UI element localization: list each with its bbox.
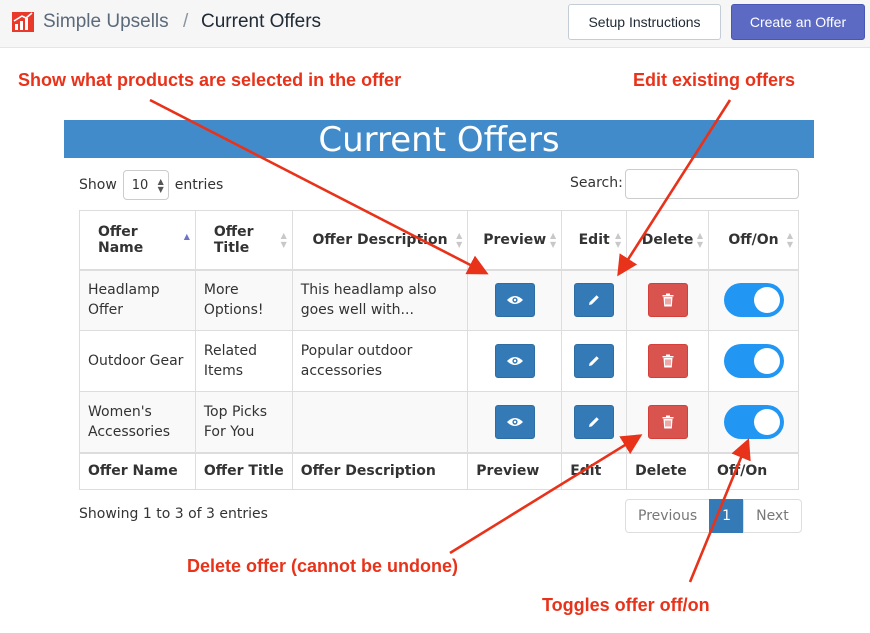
offer-name-cell: Outdoor Gear (79, 330, 196, 392)
sort-icon: ▲ ▼ (456, 231, 463, 249)
offer-name-cell: Women's Accessories (79, 391, 196, 453)
create-offer-button[interactable]: Create an Offer (731, 4, 865, 40)
sort-icon: ▲ ▼ (614, 231, 622, 249)
footer-delete: Delete (626, 451, 710, 490)
pagination: Previous 1 Next (625, 499, 802, 533)
entries-label: entries (174, 177, 224, 193)
length-control: Show 10 ▲ ▼ entries (79, 170, 223, 200)
pencil-icon (589, 295, 599, 306)
table-info: Showing 1 to 3 of 3 entries (79, 506, 268, 522)
app-brand[interactable]: Simple Upsells (43, 11, 169, 33)
column-header-edit[interactable]: Edit ▲ ▼ (561, 210, 628, 271)
column-header-delete[interactable]: Delete ▲ ▼ (626, 210, 710, 271)
offers-banner: Current Offers (64, 120, 814, 160)
annotation-delete: Delete offer (cannot be undone) (187, 556, 459, 576)
table-row: Headlamp Offer More Options! This headla… (79, 269, 799, 331)
offers-table: Offer Name ▲ Offer Title ▲ ▼ Offer Descript… (79, 210, 799, 490)
pencil-icon (589, 416, 599, 427)
eye-icon (506, 296, 523, 305)
footer-edit: Edit (561, 451, 628, 490)
trash-icon (662, 354, 674, 368)
top-bar: Simple Upsells / Current Offers Setup In… (0, 0, 870, 48)
page-length-select[interactable]: 10 ▲ ▼ (122, 170, 169, 200)
search-label: Search: (570, 175, 623, 191)
column-header-offer-title[interactable]: Offer Title ▲ ▼ (194, 210, 293, 271)
annotation-preview: Show what products are selected in the o… (18, 70, 402, 90)
table-header-row: Offer Name ▲ Offer Title ▲ ▼ Offer Descript… (79, 210, 799, 271)
column-header-offer-description[interactable]: Offer Description ▲ ▼ (291, 210, 469, 271)
pencil-icon (589, 356, 599, 366)
search-input[interactable] (625, 169, 799, 199)
footer-offer-title: Offer Title (194, 451, 293, 490)
breadcrumb-separator: / (183, 11, 189, 32)
column-header-off-on[interactable]: Off/On ▲ ▼ (708, 210, 799, 271)
sort-asc-icon: ▲ (183, 232, 190, 241)
toggle-knob (753, 287, 780, 314)
annotation-edit: Edit existing offers (633, 70, 796, 90)
preview-button[interactable] (494, 344, 535, 378)
annotation-toggle: Toggles offer off/on (542, 595, 710, 615)
toggle-knob (753, 348, 780, 374)
offer-toggle[interactable] (723, 344, 784, 378)
footer-preview: Preview (467, 451, 563, 490)
previous-page-button[interactable]: Previous (625, 499, 711, 533)
delete-button[interactable] (647, 404, 688, 439)
edit-button[interactable] (574, 404, 615, 439)
table-footer-row: Offer Name Offer Title Offer Description… (79, 451, 799, 490)
page-length-value: 10 (131, 177, 149, 193)
select-caret-icon: ▲ ▼ (157, 177, 164, 194)
edit-button[interactable] (574, 283, 615, 318)
column-header-preview[interactable]: Preview ▲ ▼ (467, 210, 563, 271)
offer-toggle[interactable] (723, 404, 784, 439)
page-1-button[interactable]: 1 (709, 499, 745, 533)
table-row: Outdoor Gear Related Items Popular outdo… (79, 330, 799, 392)
edit-button[interactable] (574, 344, 615, 378)
offer-title-cell: Related Items (194, 330, 293, 392)
next-page-button[interactable]: Next (743, 499, 802, 533)
trash-icon (662, 293, 674, 307)
setup-instructions-button[interactable]: Setup Instructions (568, 4, 721, 40)
sort-icon: ▲ ▼ (786, 231, 793, 249)
offer-description-cell (291, 391, 469, 453)
sort-icon: ▲ ▼ (550, 231, 557, 249)
delete-button[interactable] (647, 283, 688, 318)
offer-toggle[interactable] (723, 283, 784, 318)
footer-offer-description: Offer Description (291, 451, 469, 490)
offer-description-cell: Popular outdoor accessories (291, 330, 469, 392)
show-label: Show (79, 177, 117, 193)
chart-logo-icon (12, 12, 34, 32)
eye-icon (506, 417, 523, 426)
column-header-offer-name[interactable]: Offer Name ▲ (79, 210, 196, 271)
footer-offer-name: Offer Name (79, 451, 196, 490)
table-row: Women's Accessories Top Picks For You (79, 391, 799, 453)
offer-title-cell: Top Picks For You (194, 391, 293, 453)
preview-button[interactable] (494, 404, 535, 439)
eye-icon (506, 357, 523, 365)
trash-icon (662, 415, 674, 429)
sort-icon: ▲ ▼ (696, 231, 704, 249)
page-title: Current Offers (201, 11, 322, 32)
offer-description-cell: This headlamp also goes well with... (291, 269, 469, 331)
toggle-knob (753, 408, 780, 435)
preview-button[interactable] (494, 283, 535, 318)
footer-off-on: Off/On (708, 451, 799, 490)
delete-button[interactable] (647, 344, 688, 378)
sort-icon: ▲ ▼ (280, 231, 287, 249)
offer-name-cell: Headlamp Offer (79, 269, 196, 331)
offer-title-cell: More Options! (194, 269, 293, 331)
